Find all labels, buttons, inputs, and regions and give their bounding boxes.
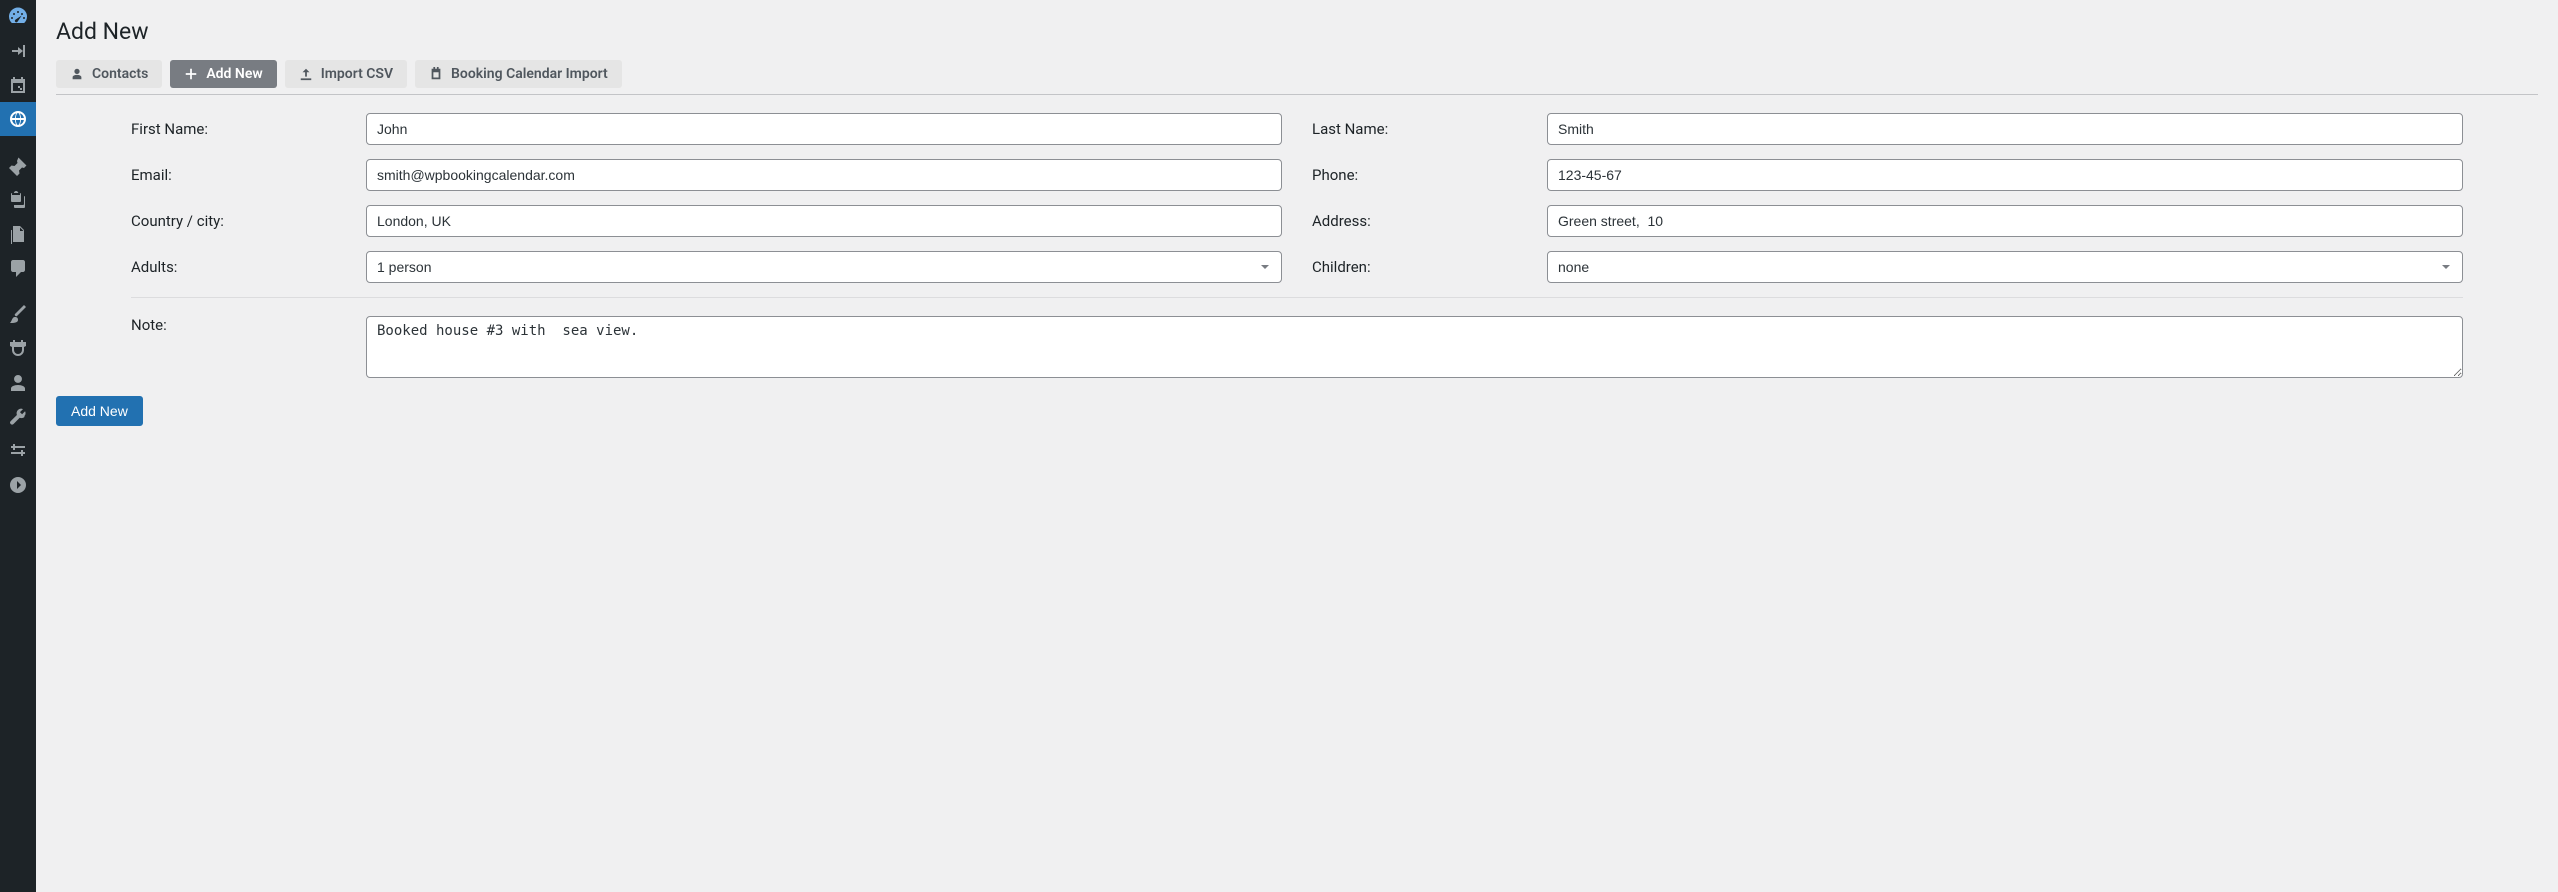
sidebar-item-settings[interactable] xyxy=(0,434,36,468)
phone-field[interactable] xyxy=(1547,159,2463,191)
pages-icon xyxy=(8,224,28,244)
sidebar-item-media[interactable] xyxy=(0,183,36,217)
country-field[interactable] xyxy=(366,205,1282,237)
tab-import-csv[interactable]: Import CSV xyxy=(285,60,407,88)
sidebar-item-appearance[interactable] xyxy=(0,298,36,332)
email-label: Email: xyxy=(131,166,366,184)
email-field[interactable] xyxy=(366,159,1282,191)
wrench-icon xyxy=(8,407,28,427)
comments-icon xyxy=(8,258,28,278)
customer-form: First Name: Last Name: Email: Phone: Cou… xyxy=(56,113,2538,382)
tab-label: Add New xyxy=(206,66,262,82)
tab-booking-calendar-import[interactable]: Booking Calendar Import xyxy=(415,60,622,88)
chevron-right-circle-icon xyxy=(8,475,28,495)
sidebar-separator xyxy=(0,289,36,294)
arrow-right-to-line-icon xyxy=(8,41,28,61)
sidebar-item-posts[interactable] xyxy=(0,149,36,183)
user-icon xyxy=(8,373,28,393)
sidebar-item-customers[interactable] xyxy=(0,102,36,136)
address-field[interactable] xyxy=(1547,205,2463,237)
sidebar-item-dashboard[interactable] xyxy=(0,0,36,34)
page-title: Add New xyxy=(56,18,2538,45)
sidebar-item-jump-right[interactable] xyxy=(0,34,36,68)
first-name-field[interactable] xyxy=(366,113,1282,145)
last-name-field[interactable] xyxy=(1547,113,2463,145)
sidebar-item-pages[interactable] xyxy=(0,217,36,251)
note-field[interactable] xyxy=(366,316,2463,378)
main-content: Add New Contacts Add New Import CSV Book… xyxy=(36,0,2558,892)
children-label: Children: xyxy=(1312,258,1547,276)
person-icon xyxy=(70,67,84,81)
country-label: Country / city: xyxy=(131,212,366,230)
pin-icon xyxy=(8,156,28,176)
sidebar-item-comments[interactable] xyxy=(0,251,36,285)
tab-contacts[interactable]: Contacts xyxy=(56,60,162,88)
tab-add-new[interactable]: Add New xyxy=(170,60,276,88)
calendar-icon xyxy=(429,67,443,81)
first-name-label: First Name: xyxy=(131,120,366,138)
brush-icon xyxy=(8,305,28,325)
address-label: Address: xyxy=(1312,212,1547,230)
gauge-icon xyxy=(8,7,28,27)
sidebar-separator xyxy=(0,140,36,145)
tab-label: Import CSV xyxy=(321,66,393,82)
tab-label: Contacts xyxy=(92,66,148,82)
plus-icon xyxy=(184,67,198,81)
tab-label: Booking Calendar Import xyxy=(451,66,608,82)
media-icon xyxy=(8,190,28,210)
upload-icon xyxy=(299,67,313,81)
adults-select[interactable]: 1 person xyxy=(366,251,1282,283)
sliders-icon xyxy=(8,441,28,461)
sidebar-item-plugins[interactable] xyxy=(0,332,36,366)
tab-bar: Contacts Add New Import CSV Booking Cale… xyxy=(56,60,2538,95)
sidebar-item-tools[interactable] xyxy=(0,400,36,434)
calendar-plus-icon xyxy=(8,75,28,95)
sidebar-item-collapse[interactable] xyxy=(0,468,36,502)
last-name-label: Last Name: xyxy=(1312,120,1547,138)
form-divider xyxy=(131,297,2463,298)
note-label: Note: xyxy=(131,316,366,334)
children-select[interactable]: none xyxy=(1547,251,2463,283)
globe-icon xyxy=(8,109,28,129)
adults-label: Adults: xyxy=(131,258,366,276)
admin-sidebar xyxy=(0,0,36,892)
plugin-icon xyxy=(8,339,28,359)
add-new-button[interactable]: Add New xyxy=(56,396,143,426)
phone-label: Phone: xyxy=(1312,166,1547,184)
sidebar-item-calendar[interactable] xyxy=(0,68,36,102)
sidebar-item-users[interactable] xyxy=(0,366,36,400)
